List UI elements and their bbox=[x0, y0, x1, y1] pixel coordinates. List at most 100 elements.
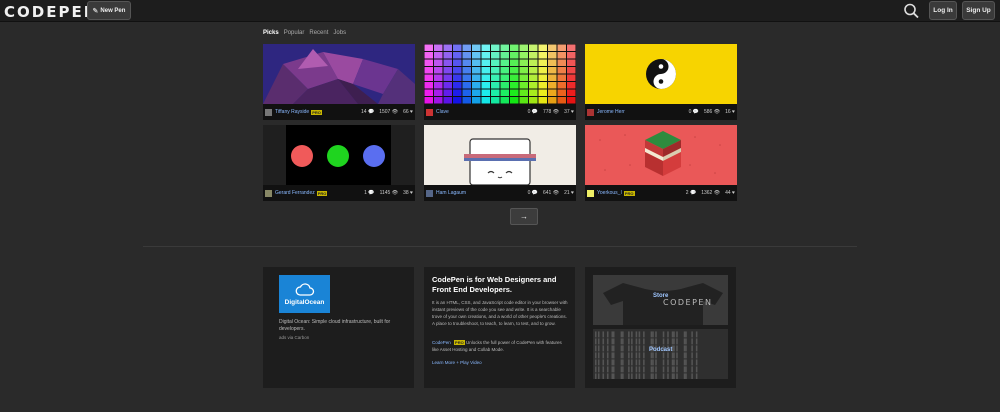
learn-more-link[interactable]: Learn More + Play Video bbox=[432, 360, 482, 365]
svg-text:CODEPEN: CODEPEN bbox=[663, 298, 712, 307]
author-link[interactable]: Yoerkous_I bbox=[597, 190, 622, 196]
pen-card[interactable]: Jerome Herr 0 💬 586 👁 16 ♥ bbox=[585, 44, 737, 120]
heart-count[interactable]: 44 ♥ bbox=[725, 190, 735, 196]
about-pro-body: Unlocks the full power of CodePen with f… bbox=[432, 340, 562, 352]
view-count: 1507 👁 bbox=[379, 109, 399, 115]
comment-icon: 💬 bbox=[368, 190, 375, 196]
podcast-image[interactable]: ▌▌▐ ▌▐▌ ▐▌ ▌▌▐▐ ▌ ▐▌▌ ▐ ▌▐▌▌ ▐▌ ▌▐ ▌▌▐ ▌▐… bbox=[593, 329, 728, 379]
avatar[interactable] bbox=[587, 108, 594, 116]
comment-count[interactable]: 0 💬 bbox=[528, 190, 538, 196]
svg-text:▌▌▐ ▌▐▌ ▐▌ ▌▌▐▐ ▌ ▐▌▌ ▐ ▌▐▌▌ ▐: ▌▌▐ ▌▐▌ ▐▌ ▌▌▐▐ ▌ ▐▌▌ ▐ ▌▐▌▌ ▐▌ ▌▐ bbox=[594, 345, 698, 352]
pro-badge: PRO bbox=[316, 190, 328, 196]
view-count: 641 👁 bbox=[542, 190, 560, 196]
ad-via[interactable]: ads via Carbon bbox=[279, 335, 309, 340]
pen-thumbnail[interactable] bbox=[424, 125, 576, 185]
author-link[interactable]: Tiffany Rayside bbox=[275, 109, 309, 115]
author-link[interactable]: Jerome Herr bbox=[597, 109, 625, 115]
next-page-button[interactable]: → bbox=[510, 208, 538, 225]
pen-meta: Clave 0 💬 778 👁 37 ♥ bbox=[424, 104, 576, 120]
eye-icon: 👁 bbox=[713, 109, 721, 115]
signup-button[interactable]: Sign Up bbox=[962, 1, 995, 20]
svg-text:▌▌▐ ▌▐▌ ▐▌ ▌▌▐▐ ▌ ▐▌▌ ▐ ▌▐▌▌ ▐: ▌▌▐ ▌▐▌ ▐▌ ▌▌▐▐ ▌ ▐▌▌ ▐ ▌▐▌▌ ▐▌ ▌▐ bbox=[594, 359, 698, 366]
pen-card[interactable]: Clave 0 💬 778 👁 37 ♥ bbox=[424, 44, 576, 120]
comment-count[interactable]: 2 💬 bbox=[686, 190, 696, 196]
avatar[interactable] bbox=[587, 189, 594, 197]
pen-card[interactable]: Ham Lagaum 0 💬 641 👁 21 ♥ bbox=[424, 125, 576, 201]
pen-stats: 0 💬 641 👁 21 ♥ bbox=[528, 190, 574, 196]
pro-badge: PRO bbox=[623, 190, 635, 196]
tab-popular[interactable]: Popular bbox=[284, 30, 305, 36]
heart-count[interactable]: 66 ♥ bbox=[403, 109, 413, 115]
about-title: CodePen is for Web Designers and Front E… bbox=[432, 275, 557, 294]
tab-picks[interactable]: Picks bbox=[263, 30, 279, 36]
store-image[interactable]: CODEPEN Store bbox=[593, 275, 728, 325]
avatar[interactable] bbox=[265, 108, 272, 116]
comment-count[interactable]: 0 💬 bbox=[689, 109, 699, 115]
new-pen-label: New Pen bbox=[100, 7, 126, 14]
comment-icon: 💬 bbox=[367, 109, 375, 115]
comment-count[interactable]: 14 💬 bbox=[361, 109, 374, 115]
digitalocean-ad-image[interactable]: DigitalOcean bbox=[279, 275, 330, 313]
svg-text:▌▌▐ ▌▐▌ ▐▌ ▌▌▐▐ ▌ ▐▌▌ ▐ ▌▐▌▌ ▐: ▌▌▐ ▌▐▌ ▐▌ ▌▌▐▐ ▌ ▐▌▌ ▐ ▌▐▌▌ ▐▌ ▌▐ bbox=[594, 366, 698, 373]
comment-icon: 💬 bbox=[531, 109, 538, 115]
pen-meta: Tiffany Rayside PRO 14 💬 1507 👁 66 ♥ bbox=[263, 104, 415, 120]
pen-card[interactable]: Yoerkous_I PRO 2 💬 1362 👁 44 ♥ bbox=[585, 125, 737, 201]
login-button[interactable]: Log In bbox=[929, 1, 957, 20]
tab-recent[interactable]: Recent bbox=[309, 30, 328, 36]
eye-icon: 👁 bbox=[391, 109, 399, 115]
author-link[interactable]: Ham Lagaum bbox=[436, 190, 466, 196]
pen-card[interactable]: Tiffany Rayside PRO 14 💬 1507 👁 66 ♥ bbox=[263, 44, 415, 120]
view-count: 1362 👁 bbox=[701, 190, 721, 196]
new-pen-button[interactable]: ✎ New Pen bbox=[87, 1, 131, 20]
avatar[interactable] bbox=[265, 189, 272, 197]
podcast-label[interactable]: Podcast bbox=[649, 347, 672, 353]
ad-brand: DigitalOcean bbox=[284, 298, 325, 306]
cloud-icon bbox=[295, 282, 314, 296]
pen-stats: 1 💬 1145 👁 38 ♥ bbox=[364, 190, 413, 196]
pen-thumbnail[interactable] bbox=[424, 44, 576, 104]
eye-icon: 👁 bbox=[552, 190, 560, 196]
pen-card[interactable]: Gerard Ferrandez PRO 1 💬 1145 👁 38 ♥ bbox=[263, 125, 415, 201]
codepen-link[interactable]: CodePen bbox=[432, 340, 451, 345]
svg-text:▌▌▐ ▌▐▌ ▐▌ ▌▌▐▐ ▌ ▐▌▌ ▐ ▌▐▌▌ ▐: ▌▌▐ ▌▐▌ ▐▌ ▌▌▐▐ ▌ ▐▌▌ ▐ ▌▐▌▌ ▐▌ ▌▐ bbox=[594, 331, 698, 338]
pen-meta: Jerome Herr 0 💬 586 👁 16 ♥ bbox=[585, 104, 737, 120]
pen-stats: 0 💬 778 👁 37 ♥ bbox=[528, 109, 574, 115]
comment-icon: 💬 bbox=[689, 190, 697, 196]
avatar[interactable] bbox=[426, 189, 433, 197]
author-link[interactable]: Gerard Ferrandez bbox=[275, 190, 315, 196]
about-panel: CodePen is for Web Designers and Front E… bbox=[424, 267, 575, 388]
heart-icon: ♥ bbox=[732, 109, 735, 115]
heart-count[interactable]: 38 ♥ bbox=[403, 190, 413, 196]
pen-meta: Gerard Ferrandez PRO 1 💬 1145 👁 38 ♥ bbox=[263, 185, 415, 201]
pen-stats: 2 💬 1362 👁 44 ♥ bbox=[686, 190, 735, 196]
view-count: 1145 👁 bbox=[379, 190, 399, 196]
pen-stats: 0 💬 586 👁 16 ♥ bbox=[689, 109, 735, 115]
pen-thumbnail[interactable] bbox=[263, 44, 415, 104]
pen-thumbnail[interactable] bbox=[585, 125, 737, 185]
about-body: It is an HTML, CSS, and JavaScript code … bbox=[432, 300, 568, 326]
promo-panel: CODEPEN Store ▌▌▐ ▌▐▌ ▐▌ ▌▌▐▐ ▌ ▐▌▌ ▐ ▌▐… bbox=[585, 267, 736, 388]
pen-icon: ✎ bbox=[92, 7, 99, 15]
comment-count[interactable]: 1 💬 bbox=[364, 190, 374, 196]
tab-jobs[interactable]: Jobs bbox=[333, 30, 346, 36]
search-icon[interactable] bbox=[902, 2, 922, 20]
pen-thumbnail[interactable] bbox=[585, 44, 737, 104]
ad-text[interactable]: Digital Ocean: Simple cloud infrastructu… bbox=[279, 319, 409, 333]
top-bar: CODEPEN ✎ New Pen Log In Sign Up bbox=[0, 0, 1000, 22]
svg-text:▌▌▐ ▌▐▌ ▐▌ ▌▌▐▐ ▌ ▐▌▌ ▐ ▌▐▌▌ ▐: ▌▌▐ ▌▐▌ ▐▌ ▌▌▐▐ ▌ ▐▌▌ ▐ ▌▐▌▌ ▐▌ ▌▐ bbox=[594, 373, 698, 379]
comment-icon: 💬 bbox=[531, 190, 538, 196]
pen-thumbnail[interactable] bbox=[263, 125, 415, 185]
author-link[interactable]: Clave bbox=[436, 109, 449, 115]
codepen-logo[interactable]: CODEPEN bbox=[4, 3, 98, 21]
ad-panel: DigitalOcean Digital Ocean: Simple cloud… bbox=[263, 267, 414, 388]
svg-text:▌▌▐ ▌▐▌ ▐▌ ▌▌▐▐ ▌ ▐▌▌ ▐ ▌▐▌▌ ▐: ▌▌▐ ▌▐▌ ▐▌ ▌▌▐▐ ▌ ▐▌▌ ▐ ▌▐▌▌ ▐▌ ▌▐ bbox=[594, 352, 698, 359]
heart-count[interactable]: 21 ♥ bbox=[564, 190, 574, 196]
comment-count[interactable]: 0 💬 bbox=[528, 109, 538, 115]
heart-count[interactable]: 16 ♥ bbox=[725, 109, 735, 115]
store-label[interactable]: Store bbox=[653, 293, 668, 299]
heart-icon: ♥ bbox=[410, 190, 413, 196]
view-count: 586 👁 bbox=[703, 109, 721, 115]
heart-count[interactable]: 37 ♥ bbox=[564, 109, 574, 115]
avatar[interactable] bbox=[426, 108, 433, 116]
pro-badge: PRO bbox=[311, 109, 322, 115]
